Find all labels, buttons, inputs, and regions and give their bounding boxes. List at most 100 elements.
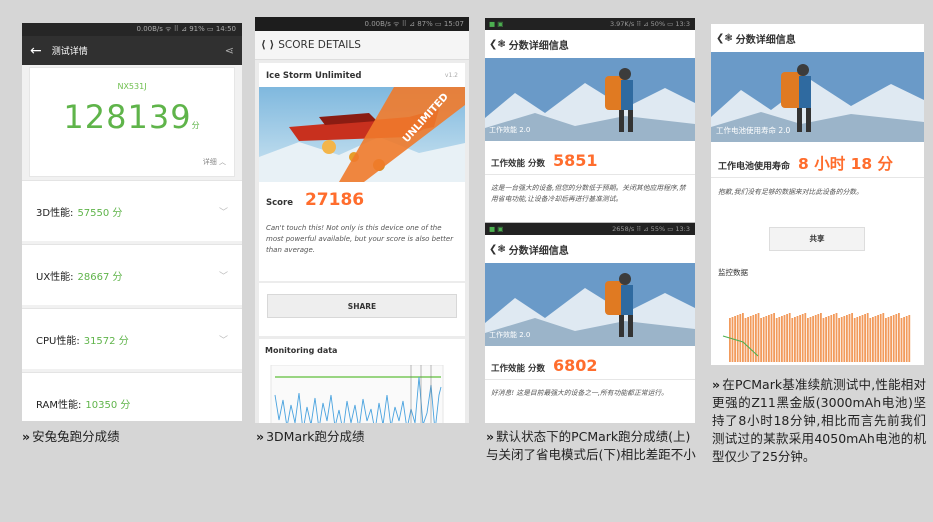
caption-text: 在PCMark基准续航测试中,性能相对更强的Z11黑金版(3000mAh电池)坚…: [712, 377, 926, 464]
score-description: 好消息! 这是目前最强大的设备之一,所有功能都正常运行。: [491, 389, 668, 397]
status-bar: 0.00B/s ᯤ ⠿ ⊿ 87% ▭ 15:07: [255, 17, 469, 31]
battery-bar: [820, 313, 822, 362]
battery-bar: [848, 314, 851, 362]
status-bar: ■ ▣ 2658/s ⠿ ⊿ 55% ▭ 13:3: [485, 223, 695, 235]
battery-bar: [861, 315, 864, 362]
battery-monitoring-chart: [713, 296, 922, 362]
battery-bar: [825, 317, 827, 362]
battery-bar: [809, 317, 812, 362]
pcmark-power-saving-off: ■ ▣ 2658/s ⠿ ⊿ 55% ▭ 13:3 ❮❃ 分数详细信息 工作效能 …: [485, 222, 695, 423]
battery-bar: [879, 314, 882, 362]
battery-bar: [877, 315, 879, 362]
score-value: 27186: [304, 190, 365, 210]
battery-bar: [898, 313, 900, 362]
page-title: 分数详细信息: [508, 245, 569, 257]
battery-bar: [799, 315, 801, 362]
caption-text: 安兔兔跑分成绩: [32, 429, 120, 444]
battery-bar: [908, 315, 911, 362]
pcmark-logo-icon[interactable]: ❮❃: [489, 39, 506, 50]
page-title: 分数详细信息: [735, 34, 796, 46]
hiker-image: 工作电池使用寿命 2.0: [711, 52, 924, 142]
battery-bar: [760, 318, 762, 362]
battery-bar: [846, 315, 848, 362]
battery-bar: [749, 316, 752, 362]
battery-bar: [838, 318, 840, 362]
score-row-ux[interactable]: UX性能: 28667 分 ﹀: [22, 244, 242, 305]
score-description: Can't touch this! Not only is this devic…: [266, 224, 454, 254]
test-overlay-label: 工作效能 2.0: [489, 331, 531, 339]
battery-bar: [729, 318, 731, 362]
battery-bar: [882, 313, 885, 362]
battery-bar: [786, 314, 788, 362]
battery-bar: [817, 314, 820, 362]
score-label: Score: [266, 198, 293, 208]
test-overlay-label: 工作电池使用寿命 2.0: [716, 126, 791, 135]
battery-bar: [903, 317, 905, 362]
battery-bar: [736, 315, 739, 362]
pcmark-battery-screenshot: ❮❃ 分数详细信息 工作电池使用寿命 2.0 工作电池使用寿命 8 小时 18 …: [711, 24, 924, 365]
battery-bar: [900, 318, 903, 362]
battery-bar: [781, 316, 783, 362]
detail-toggle[interactable]: 详细 ︿: [203, 157, 226, 167]
ice-storm-illustration: UNLIMITED: [259, 87, 465, 182]
battery-bar: [859, 316, 861, 362]
battery-bar: [765, 316, 768, 362]
share-button[interactable]: 共享: [769, 227, 865, 251]
battery-bar: [866, 313, 869, 362]
battery-bar: [890, 316, 892, 362]
page-title: 分数详细信息: [508, 40, 569, 52]
battery-bar: [869, 318, 872, 362]
score-value: 5851: [552, 151, 598, 170]
battery-bar: [775, 318, 778, 362]
app-header: ❮❃ 分数详细信息: [485, 235, 695, 263]
pcmark-logo-icon[interactable]: ❮❃: [716, 33, 733, 44]
chevron-down-icon: ﹀: [218, 207, 228, 218]
share-icon[interactable]: ⋖: [225, 44, 234, 57]
share-section: SHARE: [259, 283, 465, 336]
battery-bar: [853, 318, 856, 362]
score-card: NX531J 128139分 详细 ︿: [29, 67, 235, 177]
monitoring-title: 监控数据: [718, 268, 748, 277]
pcmark-logo-icon[interactable]: ❮❃: [489, 244, 506, 255]
score-row-ram[interactable]: RAM性能: 10350 分: [22, 372, 242, 421]
3dmark-logo-icon[interactable]: ⟨ ⟩: [261, 39, 274, 51]
score-row-cpu[interactable]: CPU性能: 31572 分 ﹀: [22, 308, 242, 369]
test-banner-image: UNLIMITED: [259, 87, 465, 182]
battery-bar: [778, 317, 781, 362]
back-arrow-icon[interactable]: ←: [30, 43, 42, 59]
score-value: 6802: [552, 356, 598, 375]
battery-bar: [747, 317, 749, 362]
share-button[interactable]: SHARE: [267, 294, 457, 318]
score-row: Score 27186: [266, 190, 364, 210]
test-overlay-label: 工作效能 2.0: [489, 126, 531, 134]
total-score: 128139分: [30, 98, 234, 136]
row-value: 28667 分: [77, 271, 123, 283]
row-value: 57550 分: [77, 207, 123, 219]
battery-bar: [812, 316, 814, 362]
battery-bar: [807, 318, 809, 362]
battery-bar: [744, 318, 747, 362]
battery-bar: [856, 317, 859, 362]
battery-bar: [833, 314, 835, 362]
battery-bar: [895, 314, 898, 362]
pcmark-comparison-screenshot: ■ ▣ 3.97K/s ⠿ ⊿ 50% ▭ 13:3 ❮❃ 分数详细信息 工作效能…: [485, 18, 695, 423]
hiker-image: 工作效能 2.0: [485, 58, 695, 141]
app-header: ⟨ ⟩ SCORE DETAILS: [255, 31, 469, 60]
score-label: 工作效能 分数: [491, 159, 545, 169]
app-bar: ← 测试详情 ⋖: [22, 36, 242, 65]
notification-icons: ■ ▣: [489, 225, 504, 233]
chevron-down-icon: ﹀: [218, 335, 228, 346]
total-score-value: 128139: [63, 98, 192, 136]
status-text: 2658/s ⠿ ⊿ 55% ▭ 13:3: [612, 225, 690, 233]
chevron-down-icon: ﹀: [218, 271, 228, 282]
row-label: CPU性能:: [36, 335, 80, 347]
page-title: 测试详情: [51, 47, 88, 57]
3dmark-screenshot: 0.00B/s ᯤ ⠿ ⊿ 87% ▭ 15:07 ⟨ ⟩ SCORE DETA…: [255, 17, 469, 423]
score-label: 工作电池使用寿命: [718, 162, 791, 172]
score-description: 这是一台强大的设备,但您的分数低于预期。关闭其他应用程序,禁用省电功能,让设备冷…: [491, 184, 686, 203]
antutu-screenshot: 0.00B/s ᯤ ⠿ ⊿ 91% ▭ 14:50 ← 测试详情 ⋖ NX531…: [22, 23, 242, 421]
battery-bar: [814, 315, 817, 362]
battery-bar: [770, 314, 773, 362]
score-row-3d[interactable]: 3D性能: 57550 分 ﹀: [22, 180, 242, 241]
caption-text: 3DMark跑分成绩: [266, 429, 365, 444]
